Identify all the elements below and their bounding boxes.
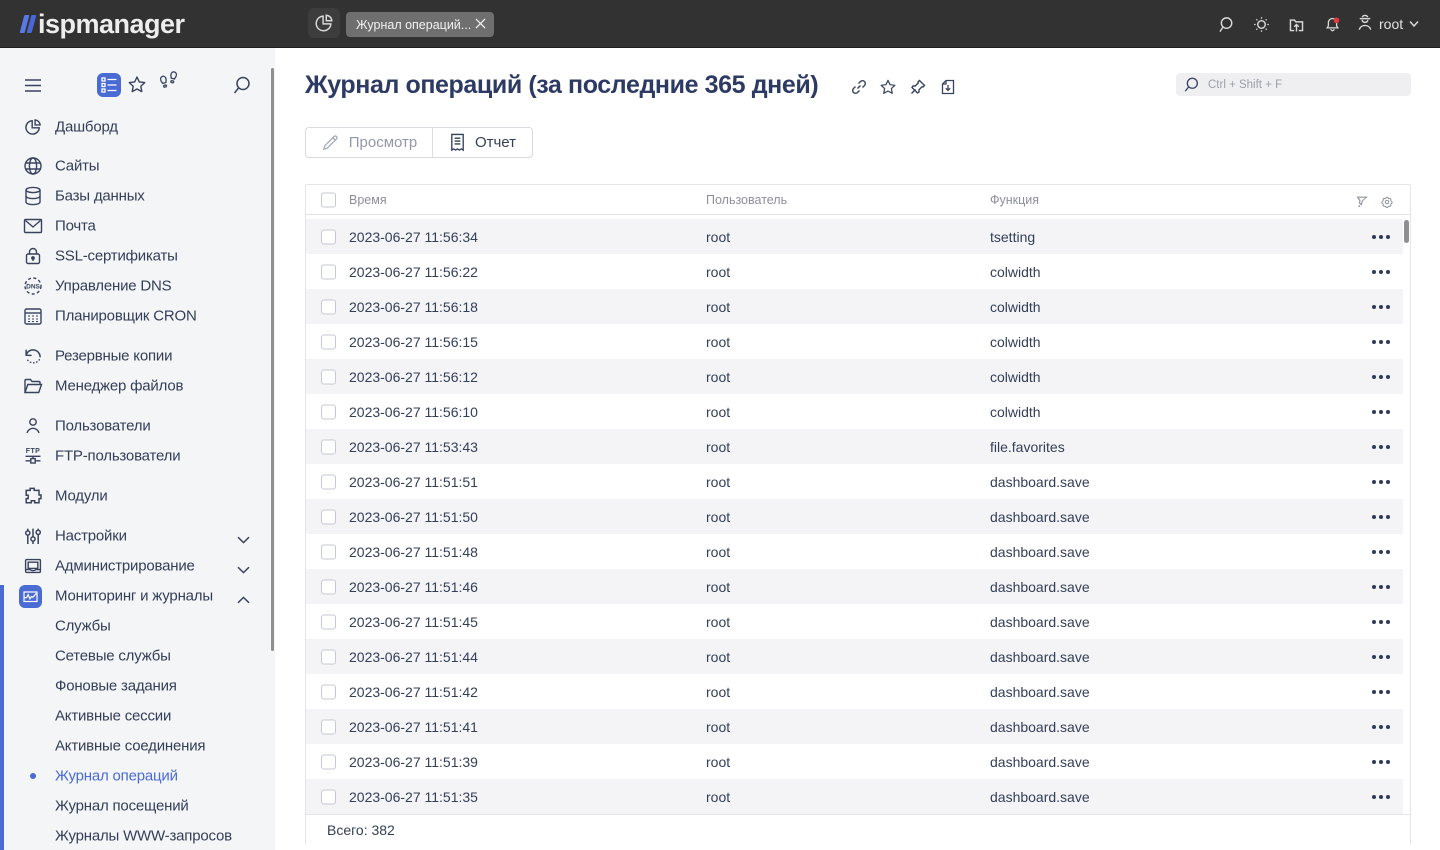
svg-text:DNS: DNS [26,284,40,291]
svg-text:FTP: FTP [26,448,40,455]
